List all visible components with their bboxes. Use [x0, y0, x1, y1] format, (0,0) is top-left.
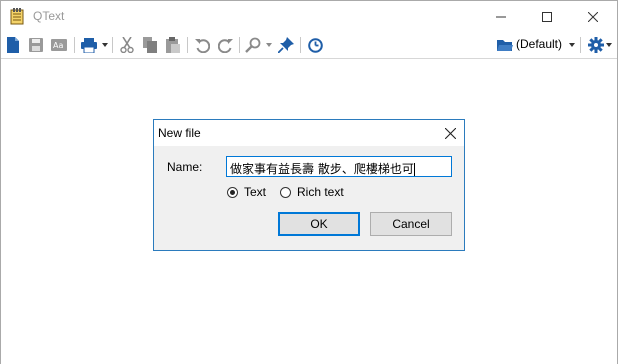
- toolbar-separator: [112, 37, 113, 53]
- new-file-icon[interactable]: [3, 35, 23, 55]
- gear-icon[interactable]: [586, 35, 606, 55]
- toolbar-separator: [300, 37, 301, 53]
- rename-icon[interactable]: Aa: [49, 35, 69, 55]
- svg-text:Aa: Aa: [53, 41, 63, 50]
- paste-icon[interactable]: [163, 35, 183, 55]
- copy-icon[interactable]: [140, 35, 160, 55]
- maximize-button[interactable]: [524, 1, 570, 32]
- settings-dropdown-icon[interactable]: [606, 43, 612, 47]
- print-icon[interactable]: [79, 35, 99, 55]
- radio-text-label: Text: [244, 185, 267, 199]
- find-dropdown-icon[interactable]: [266, 43, 272, 47]
- notepad-icon: [10, 8, 24, 25]
- name-input[interactable]: 做家事有益長壽 散步、爬樓梯也可: [226, 156, 452, 177]
- radio-rich-text-label: Rich text: [297, 185, 344, 199]
- save-icon[interactable]: [26, 35, 46, 55]
- cancel-button[interactable]: Cancel: [370, 212, 452, 236]
- toolbar-separator: [187, 37, 188, 53]
- toolbar-separator: [239, 37, 240, 53]
- new-file-dialog: New file Name: 做家事有益長壽 散步、爬樓梯也可 Text Ric…: [153, 119, 465, 251]
- text-cursor: [413, 163, 415, 176]
- maximize-icon: [542, 11, 552, 22]
- toolbar-separator: [580, 37, 581, 53]
- folder-icon[interactable]: [495, 35, 515, 55]
- profile-dropdown-icon[interactable]: [569, 43, 575, 47]
- cut-icon[interactable]: [117, 35, 137, 55]
- profile-selector[interactable]: (Default): [516, 37, 562, 51]
- radio-selected-indicator: [227, 186, 238, 198]
- dialog-close-button[interactable]: [440, 123, 460, 143]
- radio-text[interactable]: Text: [227, 185, 266, 199]
- minimize-icon: [496, 16, 506, 17]
- dialog-title: New file: [158, 126, 201, 140]
- pin-icon[interactable]: [276, 35, 296, 55]
- undo-icon[interactable]: [192, 35, 212, 55]
- clock-icon[interactable]: [305, 35, 325, 55]
- find-icon[interactable]: [243, 35, 263, 55]
- redo-icon[interactable]: [215, 35, 235, 55]
- app-window: QText Aa (Default) New file Name: 做家事有益長…: [0, 0, 618, 364]
- radio-rich-text[interactable]: Rich text: [280, 185, 344, 199]
- radio-unselected-indicator: [280, 186, 291, 198]
- close-icon: [588, 11, 598, 22]
- title-bar: QText: [1, 1, 617, 32]
- dialog-title-bar: New file: [154, 120, 464, 146]
- ok-button[interactable]: OK: [278, 212, 360, 236]
- close-window-button[interactable]: [570, 1, 616, 32]
- toolbar-separator: [74, 37, 75, 53]
- name-input-value: 做家事有益長壽 散步、爬樓梯也可: [230, 162, 414, 176]
- name-label: Name:: [167, 160, 203, 174]
- minimize-button[interactable]: [478, 1, 524, 32]
- close-icon: [444, 127, 456, 139]
- window-title: QText: [33, 9, 65, 23]
- print-dropdown-icon[interactable]: [102, 43, 108, 47]
